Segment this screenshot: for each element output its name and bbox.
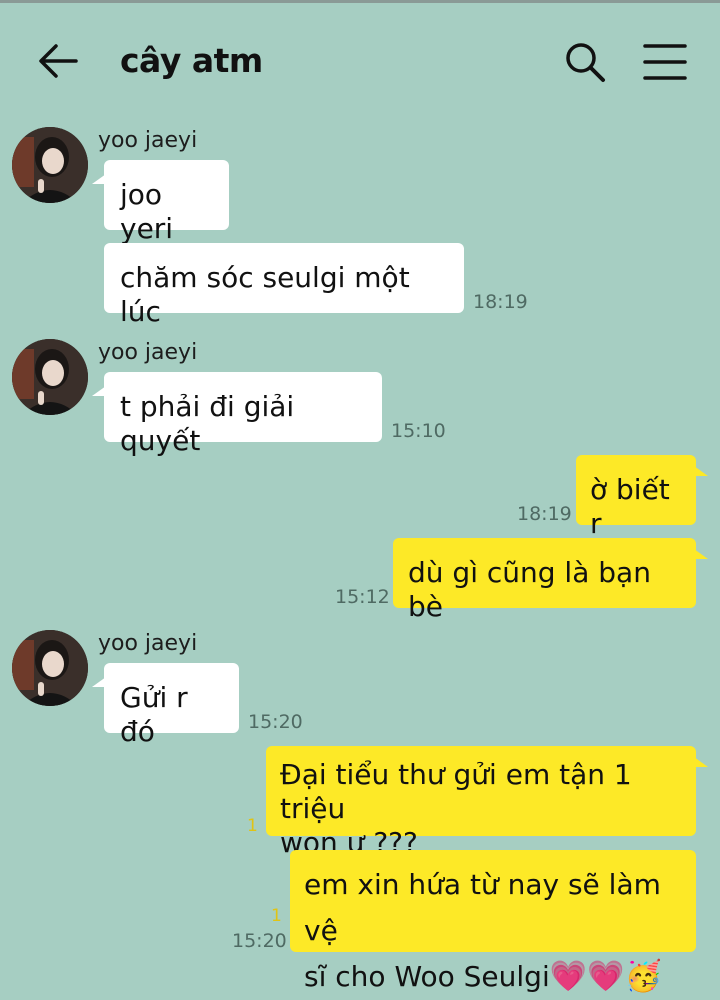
message-text-line: sĩ cho Woo Seulgi💗💗🥳: [304, 954, 682, 1000]
message-text: chăm sóc seulgi một lúc: [120, 261, 410, 328]
sender-name: yoo jaeyi: [98, 631, 198, 656]
heart-emoji: 💗💗🥳: [549, 959, 662, 994]
profile-photo: [12, 630, 88, 706]
message-bubble[interactable]: ờ biết r: [576, 455, 696, 540]
bubble-tail: [694, 466, 708, 476]
search-icon: [566, 43, 605, 82]
chat-title: cây atm: [120, 41, 263, 80]
message-time: 15:12: [335, 586, 390, 608]
chat-header: cây atm: [0, 3, 720, 103]
message-bubble[interactable]: joo yeri: [104, 160, 229, 245]
hamburger-menu-icon: [643, 44, 687, 80]
message-time: 15:20: [248, 711, 303, 733]
message-text: sĩ cho Woo Seulgi: [304, 960, 550, 993]
message-bubble[interactable]: em xin hứa từ nay sẽ làm vệ sĩ cho Woo S…: [290, 850, 696, 994]
message-bubble[interactable]: Gửi r đó: [104, 663, 239, 748]
message-bubble[interactable]: dù gì cũng là bạn bè: [393, 538, 696, 623]
message-text-line: em xin hứa từ nay sẽ làm vệ: [304, 868, 661, 947]
message-bubble[interactable]: t phải đi giải quyết: [104, 372, 382, 457]
message-text: t phải đi giải quyết: [120, 390, 295, 457]
message-time: 15:10: [391, 420, 446, 442]
message-time: 18:19: [517, 503, 572, 525]
avatar[interactable]: [12, 127, 88, 203]
sender-name: yoo jaeyi: [98, 128, 198, 153]
search-button[interactable]: [562, 39, 608, 85]
unread-count: 1: [271, 906, 282, 926]
bubble-tail: [694, 549, 708, 559]
avatar[interactable]: [12, 630, 88, 706]
bubble-tail: [694, 757, 708, 767]
arrow-left-icon: [39, 44, 78, 78]
message-text-line: Đại tiểu thư gửi em tận 1 triệu: [280, 758, 632, 825]
message-text: ờ biết r: [590, 473, 670, 540]
message-bubble[interactable]: Đại tiểu thư gửi em tận 1 triệu won ư ??…: [266, 746, 696, 859]
menu-button[interactable]: [640, 41, 690, 83]
message-text: dù gì cũng là bạn bè: [408, 556, 651, 623]
unread-count: 1: [247, 816, 258, 836]
back-button[interactable]: [36, 41, 80, 81]
message-time: 15:20: [232, 930, 287, 952]
message-time: 18:19: [473, 291, 528, 313]
bubble-tail: [92, 386, 106, 396]
message-text: Gửi r đó: [120, 681, 188, 748]
bubble-tail: [92, 677, 106, 687]
bubble-tail: [92, 174, 106, 184]
sender-name: yoo jaeyi: [98, 340, 198, 365]
profile-photo: [12, 127, 88, 203]
message-text: joo yeri: [120, 178, 174, 245]
profile-photo: [12, 339, 88, 415]
avatar[interactable]: [12, 339, 88, 415]
message-bubble[interactable]: chăm sóc seulgi một lúc: [104, 243, 464, 328]
